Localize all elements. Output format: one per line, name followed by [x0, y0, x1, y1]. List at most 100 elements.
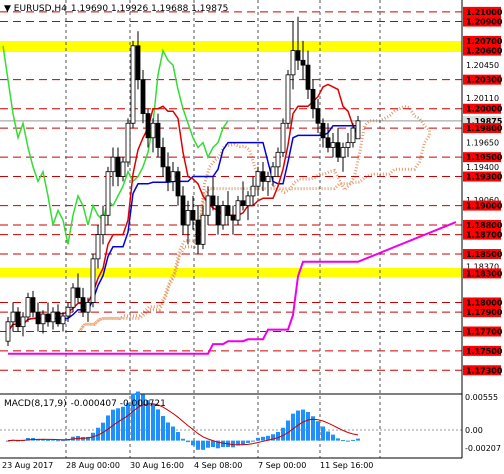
price-label-text: 1.19300 — [466, 173, 503, 182]
price-label-text: 1.20900 — [466, 18, 503, 27]
macd-bar — [246, 440, 250, 443]
macd-bar — [161, 415, 165, 441]
macd-bar — [221, 440, 225, 448]
macd-bar — [56, 440, 60, 442]
price-label-23: 1.17700 — [463, 326, 503, 337]
macd-bar — [171, 426, 175, 441]
symbol-pair: EURUSD,H4 — [14, 4, 67, 14]
macd-bar — [261, 436, 265, 441]
trading-chart[interactable]: ▼ EURUSD,H4 1.19690 1.19926 1.19688 1.198… — [0, 0, 504, 474]
price-label-text: 1.19800 — [466, 124, 503, 133]
price-label-text: 1.17900 — [466, 308, 503, 317]
candle — [90, 254, 96, 308]
yellow-zone-lower — [0, 268, 462, 277]
macd-bar — [206, 440, 210, 448]
price-label-text: 1.19400 — [466, 163, 499, 172]
macd-bar — [316, 421, 320, 441]
macd-bar — [121, 406, 125, 441]
macd-bar — [201, 440, 205, 450]
price-label-text: 1.20700 — [466, 37, 503, 46]
date-label-1: 28 Aug 00:00 — [66, 461, 120, 470]
price-label-text: 1.17700 — [466, 328, 503, 337]
price-label-6: 1.20110 — [466, 94, 499, 103]
macd-bar — [251, 440, 255, 442]
price-label-text: 1.18700 — [466, 231, 503, 240]
price-label-text: 1.18800 — [466, 221, 503, 230]
price-label-text: 1.17500 — [466, 347, 503, 356]
price-label-text: 1.20110 — [466, 94, 499, 103]
price-label-text: 1.19500 — [466, 153, 503, 162]
macd-bar — [321, 426, 325, 441]
macd-bar — [151, 403, 155, 441]
macd-bar — [46, 439, 50, 441]
collapse-triangle-icon[interactable]: ▼ — [4, 4, 14, 14]
price-label-text: 1.18300 — [466, 269, 503, 278]
macd-bar — [61, 440, 65, 442]
price-label-20: 1.18300 — [463, 268, 503, 279]
macd-bar — [256, 437, 260, 441]
macd-bar — [196, 440, 200, 450]
macd-bar — [156, 409, 160, 441]
macd-scale-bottom: -0.00207 — [465, 444, 501, 453]
macd-values: -0.000407 -0.000721 — [71, 399, 166, 409]
date-label-5: 11 Sep 16:00 — [320, 461, 373, 470]
price-label-7: 1.20000 — [463, 103, 503, 114]
price-label-21: 1.18000 — [463, 297, 503, 308]
price-label-25: 1.17300 — [463, 365, 503, 376]
macd-bar — [341, 440, 345, 442]
price-label-text: 1.21000 — [466, 8, 503, 17]
macd-bar — [326, 431, 330, 441]
price-label-text: 1.20300 — [466, 76, 503, 85]
price-label-2: 1.20700 — [463, 35, 503, 46]
symbol-title: ▼ EURUSD,H4 1.19690 1.19926 1.19688 1.198… — [4, 4, 228, 14]
price-label-13: 1.19300 — [463, 171, 503, 182]
candle — [125, 118, 131, 167]
macd-bar — [331, 434, 335, 441]
price-label-0: 1.21000 — [463, 6, 503, 17]
macd-bar — [211, 440, 215, 448]
macd-bar — [351, 439, 355, 441]
macd-bar — [81, 437, 85, 441]
price-label-text: 1.19000 — [466, 202, 503, 211]
price-label-12: 1.19400 — [466, 163, 499, 172]
price-label-5: 1.20300 — [463, 74, 503, 85]
macd-bar — [291, 413, 295, 441]
price-label-10: 1.19650 — [466, 139, 499, 148]
macd-bar — [306, 412, 310, 441]
candle — [280, 118, 286, 158]
price-label-text: 1.20600 — [466, 47, 503, 56]
price-label-9: 1.19800 — [463, 123, 503, 134]
macd-bar — [276, 431, 280, 441]
macd-bar — [116, 408, 120, 441]
price-label-22: 1.17900 — [463, 307, 503, 318]
price-label-18: 1.18500 — [463, 249, 503, 260]
macd-bar — [191, 440, 195, 446]
macd-bar — [346, 440, 350, 442]
symbol-ohlc-values: 1.19690 1.19926 1.19688 1.19875 — [71, 4, 228, 14]
price-label-15: 1.19000 — [463, 200, 503, 211]
date-label-0: 23 Aug 2017 — [2, 461, 53, 470]
price-label-16: 1.18800 — [463, 219, 503, 230]
price-label-1: 1.20900 — [463, 16, 503, 27]
macd-title: MACD(8,17,9) -0.000407 -0.000721 — [4, 399, 166, 409]
macd-scale-top: 0.00555 — [465, 393, 498, 402]
candle — [130, 40, 136, 129]
price-label-text: 1.20450 — [466, 61, 499, 70]
price-label-4: 1.20450 — [466, 61, 499, 70]
price-label-24: 1.17500 — [463, 345, 503, 356]
macd-bar — [356, 438, 360, 441]
macd-bar — [301, 409, 305, 441]
macd-bar — [181, 438, 185, 441]
macd-scale-zero: 0.00 — [465, 426, 483, 435]
price-label-text: 1.18500 — [466, 250, 503, 259]
macd-bar — [176, 431, 180, 441]
macd-name: MACD(8,17,9) — [4, 399, 67, 409]
price-label-3: 1.20600 — [463, 45, 503, 56]
price-label-text: 1.20000 — [466, 105, 503, 114]
price-label-11: 1.19500 — [463, 152, 503, 163]
macd-bar — [166, 422, 170, 441]
candle — [285, 69, 291, 129]
macd-bar — [336, 438, 340, 441]
macd-bar — [186, 440, 190, 443]
price-label-17: 1.18700 — [463, 229, 503, 240]
